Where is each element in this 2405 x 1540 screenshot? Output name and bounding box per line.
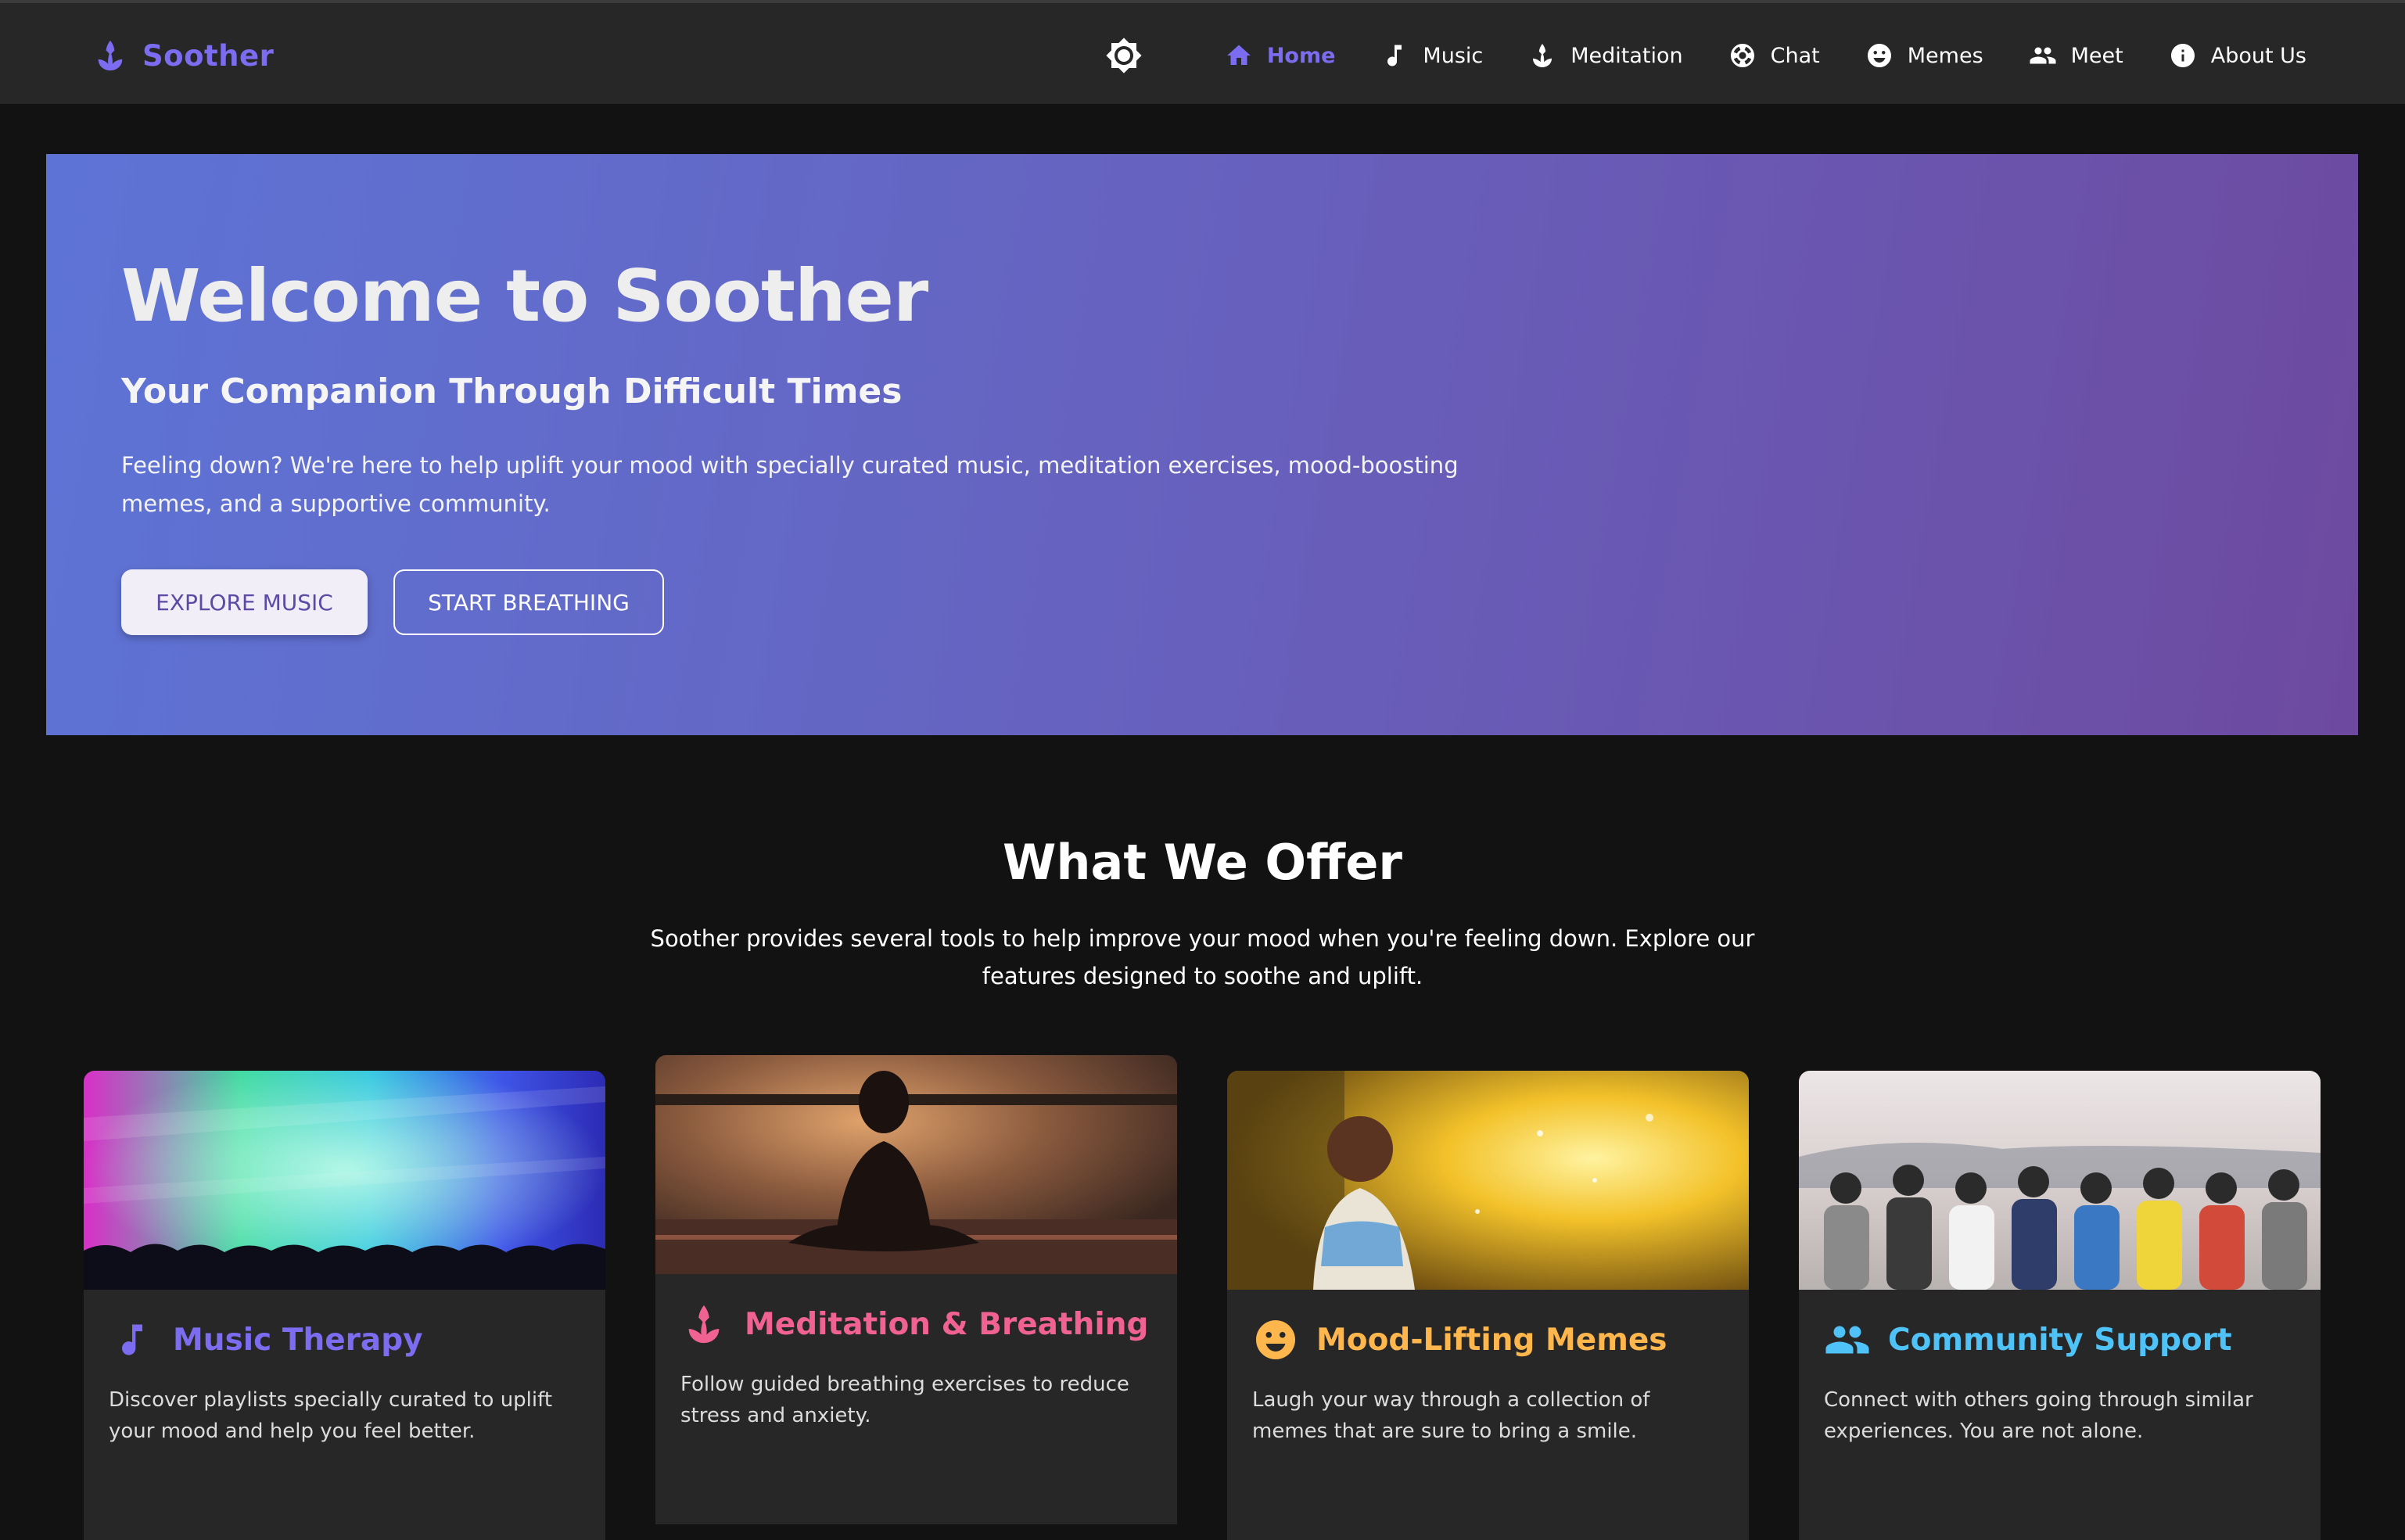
start-breathing-button[interactable]: START BREATHING (393, 569, 664, 635)
nav-chat[interactable]: Chat (1728, 41, 1820, 70)
concert-crowd-image (84, 1071, 605, 1290)
offer-section-description: Soother provides several tools to help i… (650, 925, 1755, 989)
nav-memes[interactable]: Memes (1865, 41, 1983, 70)
nav-meditation-label: Meditation (1570, 43, 1683, 68)
card-title: Community Support (1888, 1322, 2232, 1358)
chat-support-icon (1730, 44, 1754, 67)
nav-music-label: Music (1423, 43, 1484, 68)
feature-card-memes[interactable]: Mood-Lifting Memes Laugh your way throug… (1227, 1071, 1749, 1540)
brand-name: Soother (142, 38, 275, 73)
feature-card-meditation[interactable]: Meditation & Breathing Follow guided bre… (655, 1055, 1177, 1524)
nav-music[interactable]: Music (1380, 41, 1483, 70)
hero-banner: Welcome to Soother Your Companion Throug… (46, 154, 2358, 735)
nav-home[interactable]: Home (1225, 41, 1336, 70)
card-title: Mood-Lifting Memes (1316, 1322, 1667, 1358)
nav-meet-label: Meet (2070, 43, 2123, 68)
top-navbar: Soother Home Music Meditation Chat Memes… (0, 0, 2405, 104)
nav-home-label: Home (1266, 43, 1336, 68)
hero-description: Feeling down? We're here to help uplift … (121, 452, 1459, 517)
meditation-silhouette-image (655, 1055, 1177, 1274)
brand-logo[interactable]: Soother (92, 38, 274, 74)
explore-music-button[interactable]: EXPLORE MUSIC (121, 569, 368, 635)
nav-chat-label: Chat (1770, 43, 1820, 68)
brightness-icon (1106, 38, 1142, 74)
card-heading: Mood-Lifting Memes (1252, 1316, 1667, 1364)
friends-embracing-image (1799, 1071, 2321, 1290)
feature-card-community[interactable]: Community Support Connect with others go… (1799, 1071, 2321, 1540)
home-icon (1226, 45, 1251, 65)
feature-card-music[interactable]: Music Therapy Discover playlists special… (84, 1071, 605, 1540)
nav-about-label: About Us (2210, 43, 2306, 68)
card-heading: Music Therapy (109, 1316, 423, 1364)
card-heading: Community Support (1824, 1316, 2232, 1364)
card-description: Follow guided breathing exercises to red… (680, 1373, 1129, 1427)
lotus-icon (680, 1301, 727, 1348)
card-description: Laugh your way through a collection of m… (1252, 1388, 1650, 1443)
card-description: Discover playlists specially curated to … (109, 1388, 553, 1443)
theme-toggle-button[interactable] (1103, 34, 1145, 77)
card-heading: Meditation & Breathing (680, 1300, 1148, 1348)
card-description: Connect with others going through simila… (1824, 1388, 2253, 1443)
card-title: Music Therapy (173, 1322, 423, 1358)
nav-about[interactable]: About Us (2169, 41, 2306, 70)
info-icon (2170, 44, 2195, 67)
nav-meet[interactable]: Meet (2029, 41, 2123, 70)
card-title: Meditation & Breathing (745, 1306, 1149, 1342)
lotus-icon (98, 40, 123, 71)
nav-menu: Home Music Meditation Chat Memes Meet Ab… (1103, 34, 2306, 77)
music-note-icon (109, 1316, 156, 1363)
nav-memes-label: Memes (1907, 43, 1983, 68)
child-playing-water-image (1227, 1071, 1749, 1290)
music-note-icon (1387, 45, 1402, 66)
smiley-icon (1867, 44, 1891, 67)
people-icon (2030, 47, 2056, 64)
hero-title: Welcome to Soother (121, 254, 928, 338)
smiley-icon (1252, 1316, 1299, 1363)
offer-section-title: What We Offer (1003, 834, 1402, 891)
lotus-icon (1533, 44, 1552, 67)
hero-subtitle: Your Companion Through Difficult Times (121, 372, 903, 411)
nav-meditation[interactable]: Meditation (1528, 41, 1683, 70)
people-icon (1824, 1316, 1871, 1363)
